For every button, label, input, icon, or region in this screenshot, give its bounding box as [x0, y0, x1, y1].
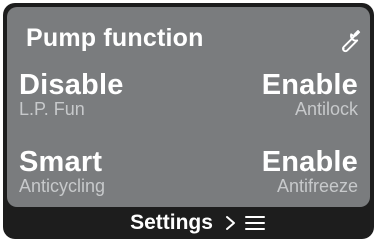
antilock-setting[interactable]: Enable Antilock — [262, 70, 358, 119]
page-title: Pump function — [26, 24, 204, 52]
settings-nav-button[interactable]: Settings — [3, 207, 374, 239]
display-device: Pump function Disable L.P. Fun Enable An… — [3, 3, 374, 239]
lp-fun-value: Disable — [19, 69, 124, 101]
anticycling-label: Anticycling — [19, 176, 106, 196]
anticycling-setting[interactable]: Smart Anticycling — [19, 147, 105, 196]
pump-function-panel: Pump function Disable L.P. Fun Enable An… — [7, 7, 370, 207]
anticycling-value: Smart — [19, 146, 103, 178]
antilock-value: Enable — [261, 69, 358, 101]
antifreeze-value: Enable — [261, 146, 358, 178]
wrench-icon[interactable] — [334, 27, 362, 55]
lp-fun-setting[interactable]: Disable L.P. Fun — [19, 70, 124, 119]
chevron-right-icon — [225, 216, 235, 230]
settings-label: Settings — [130, 211, 213, 234]
menu-icon — [244, 216, 265, 230]
antifreeze-label: Antifreeze — [276, 176, 358, 196]
lp-fun-label: L.P. Fun — [19, 99, 85, 119]
antifreeze-setting[interactable]: Enable Antifreeze — [262, 147, 358, 196]
antilock-label: Antilock — [294, 99, 358, 119]
